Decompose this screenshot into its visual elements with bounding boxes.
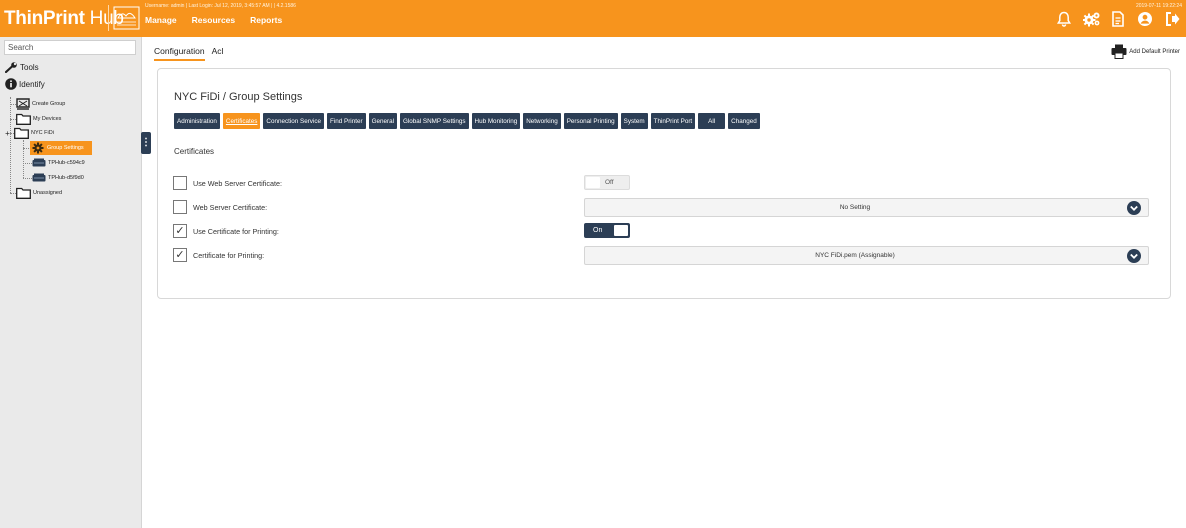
- tab-general[interactable]: General: [368, 113, 397, 129]
- toggle-thumb: [614, 225, 628, 236]
- tree-item-hub-1[interactable]: TPHub-c594c9: [32, 158, 85, 168]
- tree-item-label: Group Settings: [47, 145, 84, 151]
- section-title: Certificates: [174, 147, 215, 156]
- tree-item-label: Unassigned: [33, 190, 63, 196]
- use-web-server-certificate-toggle[interactable]: Off: [584, 175, 630, 190]
- document-icon[interactable]: [1110, 11, 1126, 27]
- use-certificate-for-printing-checkbox[interactable]: ✓: [173, 224, 187, 238]
- nav-reports[interactable]: Reports: [250, 15, 282, 25]
- setting-label: Web Server Certificate:: [193, 203, 268, 212]
- tab-administration[interactable]: Administration: [174, 113, 220, 129]
- nav-resources[interactable]: Resources: [192, 15, 235, 25]
- tab-thinprint-port[interactable]: ThinPrint Port: [650, 113, 696, 129]
- setting-label: Use Certificate for Printing:: [193, 227, 279, 236]
- nav-manage[interactable]: Manage: [145, 15, 177, 25]
- customer-logo-icon: [113, 6, 140, 30]
- sidebar-item-tools[interactable]: Tools: [5, 62, 39, 73]
- tab-system[interactable]: System: [620, 113, 648, 129]
- sidebar-search-input[interactable]: Search: [4, 40, 136, 55]
- setting-label: Use Web Server Certificate:: [193, 179, 282, 188]
- tab-all[interactable]: All: [698, 113, 726, 129]
- tree-item-unassigned[interactable]: Unassigned: [16, 187, 62, 199]
- select-value: NYC FiDi.pem (Assignable): [815, 252, 895, 259]
- setting-label: Certificate for Printing:: [193, 251, 265, 260]
- main-content: Configuration Acl Add Default Printer NY…: [143, 37, 1186, 528]
- tab-global-snmp-settings[interactable]: Global SNMP Settings: [399, 113, 469, 129]
- certificate-for-printing-checkbox[interactable]: ✓: [173, 248, 187, 262]
- tree-item-label: TPHub-d5f9d0: [48, 175, 84, 181]
- bell-icon[interactable]: [1056, 11, 1072, 27]
- tree-line: [23, 140, 24, 178]
- tree-item-label: TPHub-c594c9: [48, 160, 85, 166]
- user-login-info: Username: admin | Last Login: Jul 12, 20…: [145, 3, 296, 9]
- logout-icon[interactable]: [1164, 11, 1180, 27]
- tab-connection-service[interactable]: Connection Service: [263, 113, 325, 129]
- page-title: NYC FiDi / Group Settings: [174, 91, 303, 103]
- tree-line: [23, 163, 32, 164]
- tree-item-create-group[interactable]: Create Group: [16, 98, 65, 110]
- tree-item-label: NYC FiDi: [31, 130, 54, 136]
- add-default-printer-button[interactable]: Add Default Printer: [1111, 44, 1180, 59]
- tree-item-label: My Devices: [33, 116, 62, 122]
- setting-row: Use Web Server Certificate: Off: [173, 175, 1153, 191]
- web-server-certificate-select[interactable]: No Setting: [584, 198, 1149, 217]
- tab-configuration[interactable]: Configuration: [154, 46, 205, 61]
- use-web-server-certificate-checkbox[interactable]: [173, 176, 187, 190]
- certificate-for-printing-select[interactable]: NYC FiDi.pem (Assignable): [584, 246, 1149, 265]
- sidebar-item-identify[interactable]: Identify: [5, 78, 45, 90]
- chevron-down-icon: [1127, 201, 1141, 215]
- toggle-value: On: [593, 227, 603, 234]
- web-server-certificate-checkbox[interactable]: [173, 200, 187, 214]
- printer-icon: [1111, 44, 1127, 59]
- main-nav: Manage Resources Reports: [145, 15, 282, 25]
- setting-row: ✓ Use Certificate for Printing: On: [173, 223, 1153, 239]
- tab-hub-monitoring[interactable]: Hub Monitoring: [471, 113, 521, 129]
- brand-logo-text[interactable]: ThinPrint Hub: [4, 8, 124, 30]
- brand-divider: [108, 5, 109, 31]
- sidebar-item-label: Identify: [19, 79, 45, 89]
- wrench-icon: [5, 62, 17, 73]
- top-icon-bar: [1056, 11, 1180, 27]
- expand-toggle-icon[interactable]: +: [3, 129, 12, 138]
- tab-changed[interactable]: Changed: [728, 113, 760, 129]
- create-group-icon: [16, 98, 30, 110]
- folder-icon: [14, 127, 29, 139]
- chevron-down-icon: [1127, 249, 1141, 263]
- sidebar-item-label: Tools: [20, 63, 39, 72]
- toggle-thumb: [586, 177, 600, 188]
- settings-panel: NYC FiDi / Group Settings Administration…: [157, 68, 1171, 299]
- setting-row: ✓ Certificate for Printing: NYC FiDi.pem…: [173, 246, 1153, 265]
- sidebar: Search Tools Identify Create Group My De…: [0, 37, 142, 528]
- info-icon: [5, 78, 17, 90]
- select-value: No Setting: [839, 204, 871, 211]
- category-tabs: Administration Certificates Connection S…: [174, 113, 760, 129]
- server-datetime: 2019-07-11 19:22:24: [1135, 3, 1182, 9]
- tab-acl[interactable]: Acl: [212, 46, 224, 61]
- hub-device-icon: [32, 173, 46, 182]
- tree-item-my-devices[interactable]: My Devices: [16, 113, 61, 125]
- hub-device-icon: [32, 158, 46, 167]
- tab-personal-printing[interactable]: Personal Printing: [563, 113, 618, 129]
- tab-certificates[interactable]: Certificates: [222, 113, 261, 129]
- gear-icon: [32, 142, 44, 154]
- tab-find-printer[interactable]: Find Printer: [327, 113, 366, 129]
- tree-item-label: Create Group: [32, 101, 66, 107]
- use-certificate-for-printing-toggle[interactable]: On: [584, 223, 630, 238]
- tree-item-nyc-fidi[interactable]: + NYC FiDi: [3, 127, 54, 139]
- sub-tabs: Configuration Acl: [154, 46, 223, 61]
- toggle-value: Off: [605, 179, 614, 186]
- tree-line: [23, 178, 32, 179]
- settings-gears-icon[interactable]: [1082, 11, 1100, 27]
- setting-row: Web Server Certificate: No Setting: [173, 198, 1153, 217]
- folder-icon: [16, 187, 31, 199]
- tree-item-hub-2[interactable]: TPHub-d5f9d0: [32, 173, 84, 183]
- tree-line: [10, 97, 11, 193]
- tree-item-group-settings[interactable]: Group Settings: [30, 141, 92, 155]
- add-default-printer-label: Add Default Printer: [1129, 48, 1180, 55]
- top-bar: ThinPrint Hub Username: admin | Last Log…: [0, 0, 1186, 37]
- tab-networking[interactable]: Networking: [523, 113, 561, 129]
- user-icon[interactable]: [1137, 11, 1153, 27]
- folder-icon: [16, 113, 31, 125]
